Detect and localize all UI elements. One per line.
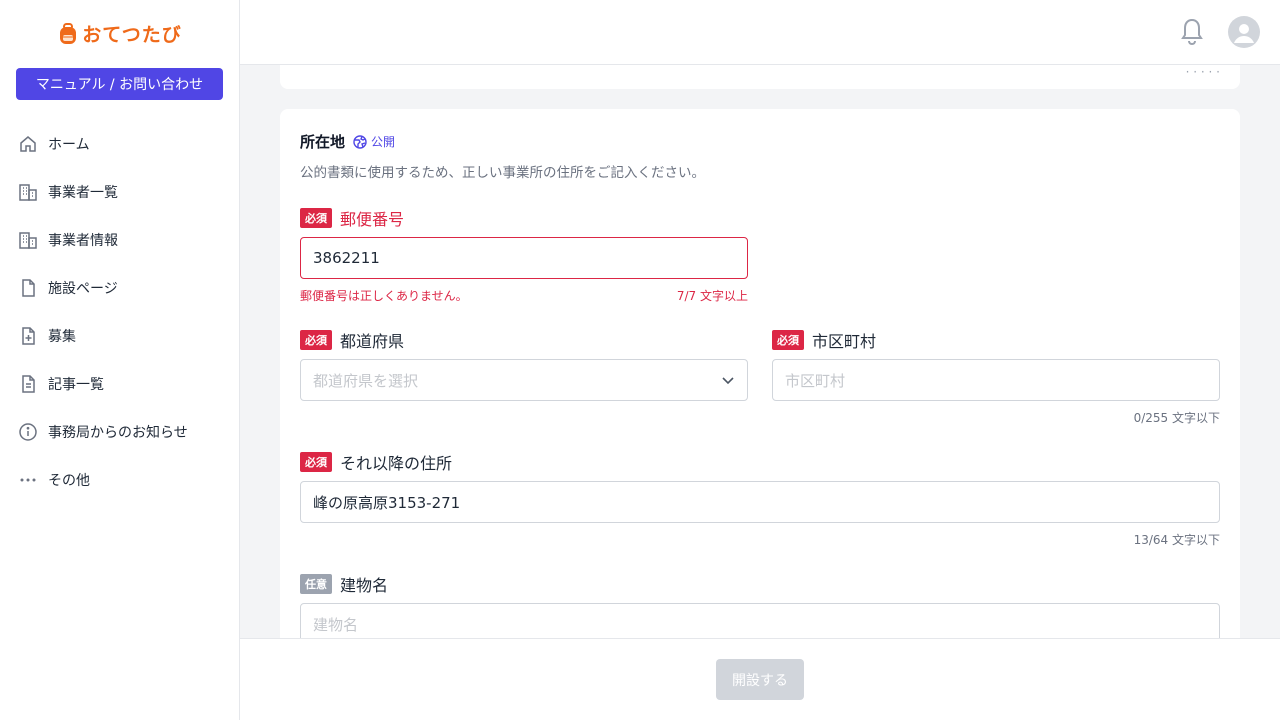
top-bar (240, 0, 1280, 65)
prefecture-label: 都道府県 (340, 332, 405, 351)
building-name-input[interactable]: 建物名 (300, 603, 1220, 638)
required-badge: 必須 (300, 330, 332, 350)
sidebar-item-label: その他 (48, 473, 90, 489)
document-plus-icon (18, 326, 38, 346)
chevron-down-icon (721, 373, 735, 391)
location-section-card: 所在地 公開 公的書類に使用するため、正しい事業所の住所をご記入ください。 必須… (280, 109, 1240, 638)
postal-code-value: 3862211 (313, 249, 380, 267)
open-submit-button[interactable]: 開設する (716, 659, 804, 700)
sidebar-item-label: 事務局からのお知らせ (48, 425, 188, 441)
building-placeholder: 建物名 (313, 615, 359, 634)
sidebar-item-label: 募集 (48, 329, 76, 345)
more-dots-icon (18, 470, 38, 490)
user-avatar-icon[interactable] (1228, 16, 1260, 48)
globe-icon (353, 134, 367, 149)
prefecture-label-row: 必須 都道府県 (300, 328, 404, 352)
manual-contact-button[interactable]: マニュアル / お問い合わせ (16, 68, 223, 100)
main-content[interactable]: · · · · · 所在地 公開 公的書類に使用するため、正しい事業所の住所をご… (240, 65, 1280, 638)
building-label: 建物名 (340, 576, 389, 595)
visibility-label: 公開 (371, 135, 396, 149)
sidebar-item-label: 記事一覧 (48, 377, 104, 393)
sidebar-item-business-info[interactable]: 事業者情報 (0, 216, 240, 264)
sidebar-nav: ホーム 事業者一覧 事業者情報 施設ページ 募集 記事一覧 事務局からのお知らせ… (0, 120, 240, 504)
building-icon (18, 230, 38, 250)
postal-error-message: 郵便番号は正しくありません。 (300, 289, 468, 303)
city-placeholder: 市区町村 (785, 371, 846, 390)
footer-bar: 開設する (240, 638, 1280, 720)
postal-label: 郵便番号 (340, 210, 405, 229)
app-logo[interactable]: おてつたび (0, 20, 240, 47)
sidebar-item-business-list[interactable]: 事業者一覧 (0, 168, 240, 216)
sidebar-item-articles[interactable]: 記事一覧 (0, 360, 240, 408)
required-badge: 必須 (300, 452, 332, 472)
optional-badge: 任意 (300, 574, 332, 594)
city-label-row: 必須 市区町村 (772, 328, 876, 352)
previous-card-faint-text: · · · · · (1185, 65, 1220, 79)
city-input[interactable]: 市区町村 (772, 359, 1220, 401)
postal-code-input[interactable]: 3862211 (300, 237, 748, 279)
logo-text: おてつたび (82, 24, 182, 46)
document-text-icon (18, 374, 38, 394)
bell-icon[interactable] (1180, 17, 1204, 51)
sidebar: おてつたび マニュアル / お問い合わせ ホーム 事業者一覧 事業者情報 施設ペ… (0, 0, 240, 720)
section-description: 公的書類に使用するため、正しい事業所の住所をご記入ください。 (300, 165, 705, 181)
home-icon (18, 134, 38, 154)
sidebar-item-other[interactable]: その他 (0, 456, 240, 504)
prefecture-placeholder: 都道府県を選択 (313, 371, 419, 390)
info-circle-icon (18, 422, 38, 442)
street-address-input[interactable]: 峰の原高原3153-271 (300, 481, 1220, 523)
city-char-counter: 0/255 文字以下 (1133, 411, 1220, 425)
prefecture-select[interactable]: 都道府県を選択 (300, 359, 748, 401)
street-address-value: 峰の原高原3153-271 (313, 493, 461, 512)
section-header: 所在地 公開 (300, 131, 395, 152)
address-label-row: 必須 それ以降の住所 (300, 450, 452, 474)
backpack-logo-icon (60, 22, 77, 44)
sidebar-item-home[interactable]: ホーム (0, 120, 240, 168)
building-icon (18, 182, 38, 202)
sidebar-item-facility-page[interactable]: 施設ページ (0, 264, 240, 312)
address-label: それ以降の住所 (340, 454, 453, 473)
city-label: 市区町村 (812, 332, 877, 351)
section-title: 所在地 (300, 133, 346, 151)
document-icon (18, 278, 38, 298)
sidebar-item-notices[interactable]: 事務局からのお知らせ (0, 408, 240, 456)
sidebar-item-label: 事業者一覧 (48, 185, 118, 201)
visibility-indicator: 公開 (353, 133, 395, 150)
required-badge: 必須 (772, 330, 804, 350)
previous-section-card: · · · · · (280, 65, 1240, 89)
postal-char-counter: 7/7 文字以上 (676, 289, 748, 303)
required-badge: 必須 (300, 208, 332, 228)
address-char-counter: 13/64 文字以下 (1133, 533, 1220, 547)
sidebar-item-label: ホーム (48, 137, 90, 153)
sidebar-item-recruitment[interactable]: 募集 (0, 312, 240, 360)
sidebar-item-label: 施設ページ (48, 281, 118, 297)
postal-label-row: 必須 郵便番号 (300, 206, 404, 230)
building-label-row: 任意 建物名 (300, 572, 388, 596)
sidebar-item-label: 事業者情報 (48, 233, 118, 249)
